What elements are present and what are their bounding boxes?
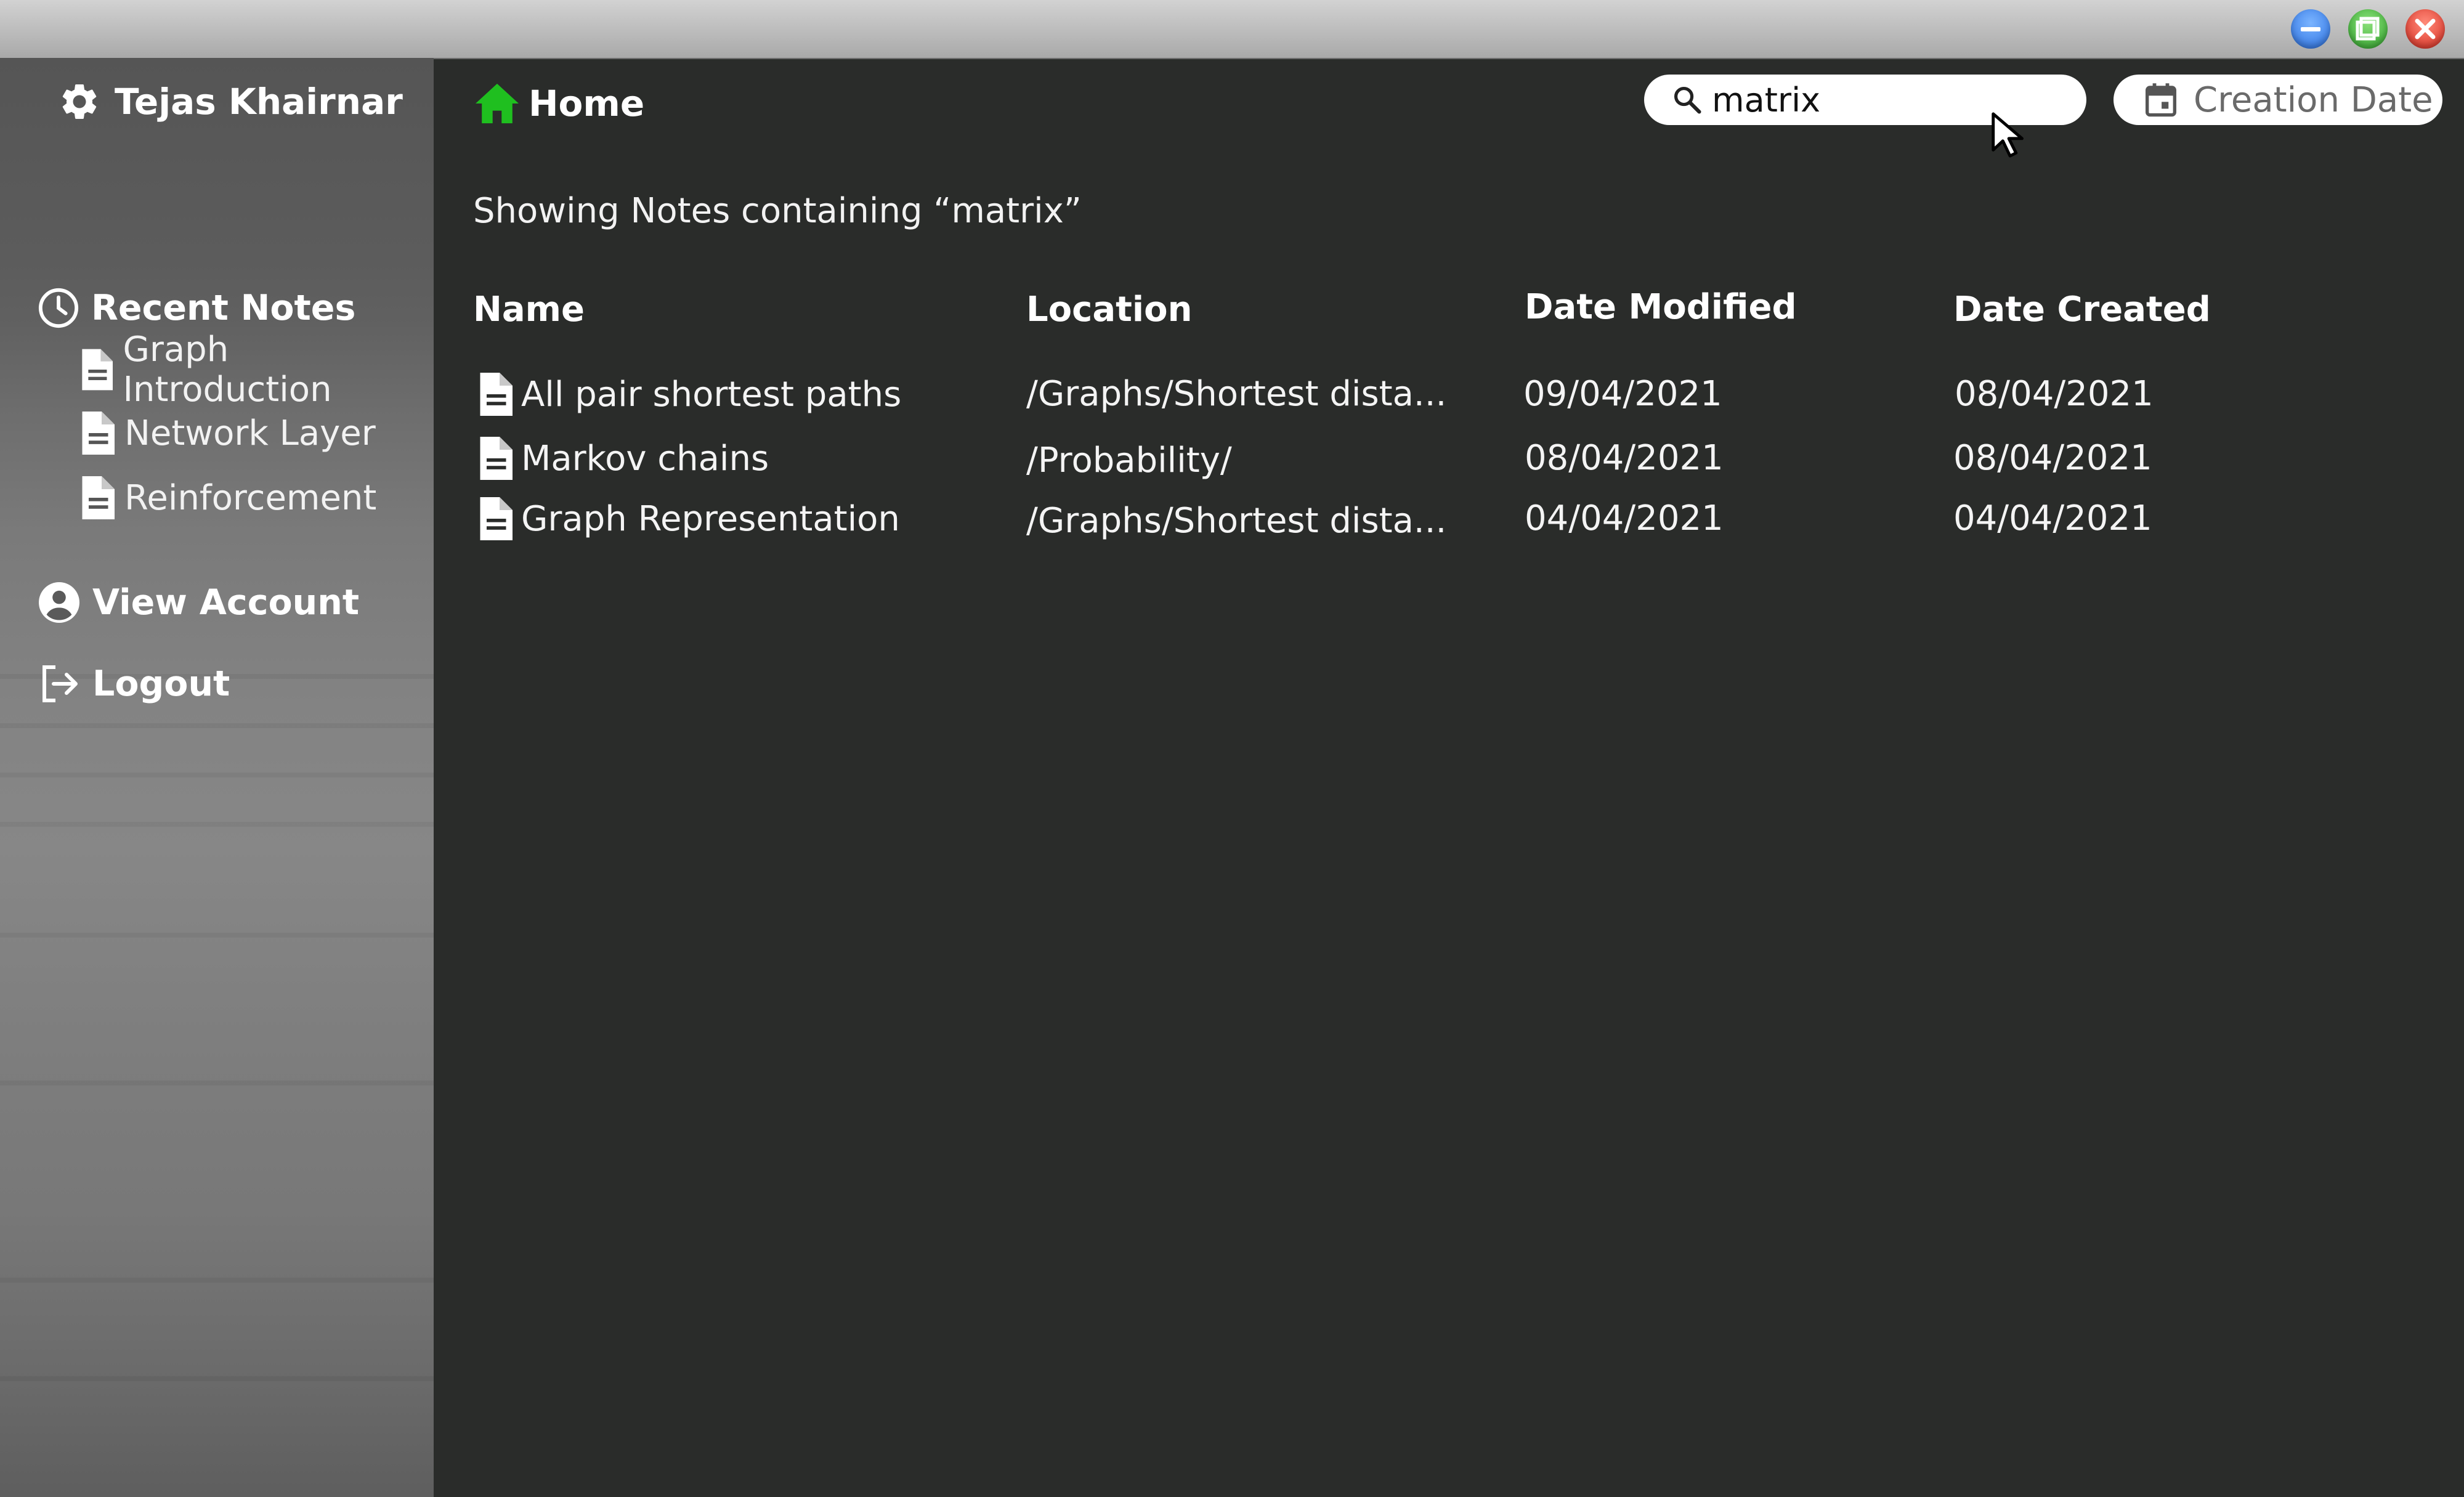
minimize-button[interactable] (2291, 9, 2330, 49)
recent-notes-label: Recent Notes (91, 288, 356, 328)
sidebar-stripe (0, 933, 434, 938)
search-icon (1674, 86, 1701, 114)
note-name-cell: Markov chains (478, 428, 769, 489)
column-header-location[interactable]: Location (1026, 290, 1192, 330)
close-button[interactable] (2405, 9, 2445, 49)
column-header-date-modified[interactable]: Date Modified (1525, 287, 1797, 327)
document-icon (480, 497, 513, 540)
note-name: All pair shortest paths (521, 374, 902, 415)
maximize-button[interactable] (2348, 9, 2388, 49)
results-caption: Showing Notes containing “matrix” (473, 191, 1082, 231)
sidebar-stripe (0, 1376, 434, 1381)
recent-notes-header[interactable]: Recent Notes (37, 283, 355, 333)
logout-label: Logout (92, 663, 230, 704)
recent-note-item[interactable]: Reinforcement (80, 474, 376, 522)
note-date-modified: 09/04/2021 (1523, 374, 1722, 414)
home-label: Home (529, 83, 645, 124)
home-breadcrumb[interactable]: Home (476, 79, 644, 128)
mouse-cursor-icon (1992, 112, 2024, 158)
close-icon (2415, 18, 2436, 39)
table-row[interactable]: Graph Representation /Graphs/Shortest di… (473, 488, 2383, 550)
sidebar: Tejas Khairnar Recent Notes Graph Introd… (0, 58, 434, 1497)
logout-link[interactable]: Logout (37, 659, 230, 708)
document-icon (480, 437, 513, 480)
user-name: Tejas Khairnar (115, 81, 403, 123)
gear-icon (62, 84, 97, 119)
column-header-name[interactable]: Name (473, 290, 585, 330)
recent-note-item[interactable]: Graph Introduction (80, 330, 434, 410)
document-icon (82, 349, 113, 391)
note-date-created: 08/04/2021 (1955, 374, 2154, 414)
note-name: Graph Representation (521, 498, 900, 539)
account-icon (39, 582, 79, 623)
sidebar-stripe (0, 1278, 434, 1283)
table-row[interactable]: All pair shortest paths /Graphs/Shortest… (473, 363, 2383, 425)
note-date-created: 08/04/2021 (1953, 438, 2152, 478)
document-icon (82, 412, 115, 455)
recent-note-item[interactable]: Network Layer (80, 409, 376, 457)
column-header-date-created[interactable]: Date Created (1953, 290, 2211, 330)
recent-note-label: Reinforcement (124, 477, 377, 518)
sidebar-stripe (0, 773, 434, 777)
note-date-modified: 08/04/2021 (1525, 438, 1724, 478)
sidebar-stripe (0, 1081, 434, 1085)
recent-note-label: Network Layer (124, 413, 376, 453)
note-location: /Probability/ (1026, 440, 1232, 481)
note-location: /Graphs/Shortest dista... (1026, 374, 1447, 414)
note-name-cell: All pair shortest paths (478, 363, 901, 425)
search-input[interactable] (1712, 80, 2032, 120)
home-icon (476, 83, 519, 124)
creation-date-label: Creation Date (2194, 79, 2433, 120)
sidebar-stripe (0, 723, 434, 728)
note-date-modified: 04/04/2021 (1525, 498, 1724, 538)
view-account-label: View Account (92, 582, 360, 623)
view-account-link[interactable]: View Account (37, 578, 359, 627)
user-profile[interactable]: Tejas Khairnar (58, 80, 403, 123)
table-row[interactable]: Markov chains /Probability/ 08/04/2021 0… (473, 428, 2383, 489)
maximize-icon (2356, 17, 2380, 41)
recent-note-label: Graph Introduction (123, 330, 332, 410)
creation-date-filter[interactable]: Creation Date (2113, 75, 2442, 125)
note-name-cell: Graph Representation (478, 488, 900, 550)
window-title-bar (0, 0, 2464, 59)
note-date-created: 04/04/2021 (1953, 498, 2152, 538)
logout-icon (43, 665, 78, 702)
minimize-icon (2301, 27, 2320, 31)
note-location: /Graphs/Shortest dista... (1026, 501, 1447, 541)
note-name: Markov chains (521, 438, 769, 479)
calendar-icon (2146, 83, 2176, 117)
document-icon (480, 373, 513, 416)
clock-icon (38, 288, 79, 328)
sidebar-stripe (0, 822, 434, 827)
document-icon (82, 476, 115, 519)
